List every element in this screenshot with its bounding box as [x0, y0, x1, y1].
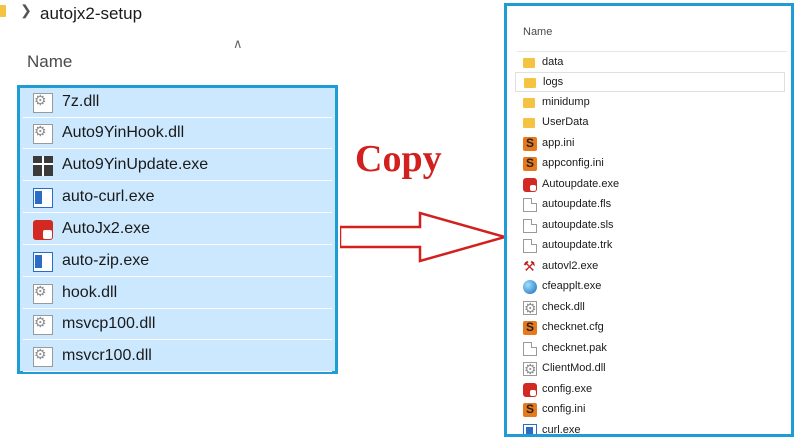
list-item[interactable]: checknet.cfg [515, 318, 785, 338]
ini-file-icon [523, 156, 537, 171]
sort-ascending-icon[interactable]: ∧ [233, 36, 243, 52]
list-item[interactable]: autoupdate.fls [515, 195, 785, 215]
list-item[interactable]: ClientMod.dll [515, 359, 785, 379]
file-name: config.exe [542, 383, 593, 395]
file-name: checknet.cfg [542, 321, 604, 333]
tool-exe-icon [523, 258, 537, 275]
folder-icon [523, 98, 535, 108]
gift-exe-icon [33, 156, 53, 176]
list-item[interactable]: autovl2.exe [515, 257, 785, 277]
list-item[interactable]: config.ini [515, 400, 785, 420]
folder-icon [523, 118, 535, 128]
folder-icon [524, 78, 536, 88]
file-name: curl.exe [542, 424, 581, 436]
dll-file-icon [33, 314, 53, 335]
list-item[interactable]: config.exe [515, 380, 785, 400]
dll-file-icon [33, 346, 53, 367]
blank-file-icon [523, 219, 537, 233]
dll-file-icon [33, 283, 53, 304]
file-name: logs [543, 76, 564, 88]
chevron-right-icon[interactable]: ❯ [19, 2, 33, 19]
autoupdate-app-icon [523, 178, 537, 192]
list-item[interactable]: UserData [515, 113, 785, 133]
ini-file-icon [523, 320, 537, 335]
header-divider [517, 51, 787, 52]
list-item[interactable]: data [515, 53, 785, 73]
list-item[interactable]: Auto9YinUpdate.exe [23, 151, 332, 181]
list-item[interactable]: auto-curl.exe [23, 183, 332, 213]
list-item[interactable]: minidump [515, 93, 785, 113]
dll-file-icon [523, 361, 537, 378]
list-item[interactable]: check.dll [515, 298, 785, 318]
list-item[interactable]: app.ini [515, 134, 785, 154]
list-item[interactable]: checknet.pak [515, 339, 785, 359]
file-name: app.ini [542, 137, 575, 149]
list-item[interactable]: Auto9YinHook.dll [23, 119, 332, 149]
list-item[interactable]: autoupdate.trk [515, 236, 785, 256]
file-name: AutoJx2.exe [62, 220, 151, 237]
file-name: UserData [542, 116, 589, 128]
list-item[interactable]: appconfig.ini [515, 154, 785, 174]
file-name: Auto9YinHook.dll [62, 124, 185, 141]
blank-file-icon [523, 198, 537, 212]
dll-file-icon [523, 300, 537, 317]
window-exe-icon [523, 424, 537, 434]
column-header-name[interactable]: Name [27, 52, 72, 72]
breadcrumb[interactable]: autojx2-setup [40, 4, 142, 24]
file-name: check.dll [542, 301, 585, 313]
list-item[interactable]: autoupdate.sls [515, 216, 785, 236]
list-item[interactable]: AutoJx2.exe [23, 215, 332, 245]
file-name: autoupdate.sls [542, 219, 614, 231]
file-name: auto-curl.exe [62, 188, 155, 205]
selected-files-list: 7z.dll Auto9YinHook.dll Auto9YinUpdate.e… [17, 85, 338, 374]
file-name: msvcp100.dll [62, 315, 156, 332]
folder-icon [523, 58, 535, 68]
column-header-name[interactable]: Name [523, 26, 552, 38]
file-name: checknet.pak [542, 342, 607, 354]
copy-label: Copy [355, 138, 442, 180]
ini-file-icon [523, 402, 537, 417]
file-name: autoupdate.trk [542, 239, 613, 251]
file-name: ClientMod.dll [542, 362, 606, 374]
list-item[interactable]: msvcr100.dll [23, 342, 332, 372]
window-exe-icon [33, 188, 53, 208]
ini-file-icon [523, 136, 537, 151]
dll-file-icon [33, 92, 53, 113]
list-item[interactable]: logs [515, 72, 785, 92]
list-item[interactable]: hook.dll [23, 279, 332, 309]
file-name: minidump [542, 96, 590, 108]
blank-file-icon [523, 342, 537, 356]
window-exe-icon [33, 252, 53, 272]
file-name: msvcr100.dll [62, 347, 152, 364]
list-item[interactable]: auto-zip.exe [23, 247, 332, 277]
list-item[interactable]: curl.exe [515, 421, 785, 436]
left-explorer-pane: ❯ autojx2-setup ∧ Name 7z.dll Auto9YinHo… [0, 0, 345, 440]
dll-file-icon [33, 123, 53, 144]
folder-icon [0, 5, 6, 17]
blank-file-icon [523, 239, 537, 253]
file-name: 7z.dll [62, 93, 100, 110]
autoupdate-app-icon [523, 383, 537, 397]
right-explorer-pane: Name data logs minidump UserData app.ini… [504, 3, 794, 437]
list-item[interactable]: 7z.dll [23, 88, 332, 118]
file-name: data [542, 56, 564, 68]
file-name: config.ini [542, 403, 586, 415]
list-item[interactable]: cfeapplt.exe [515, 277, 785, 297]
copy-arrow-icon [340, 211, 510, 263]
file-name: Autoupdate.exe [542, 178, 620, 190]
file-name: Auto9YinUpdate.exe [62, 156, 209, 173]
file-name: appconfig.ini [542, 157, 604, 169]
globe-exe-icon [523, 280, 537, 294]
list-item[interactable]: msvcp100.dll [23, 310, 332, 340]
file-name: auto-zip.exe [62, 252, 150, 269]
list-item[interactable]: Autoupdate.exe [515, 175, 785, 195]
file-name: hook.dll [62, 284, 118, 301]
file-name: cfeapplt.exe [542, 280, 602, 292]
file-name: autovl2.exe [542, 260, 599, 272]
file-name: autoupdate.fls [542, 198, 612, 210]
autojx2-app-icon [33, 220, 53, 240]
